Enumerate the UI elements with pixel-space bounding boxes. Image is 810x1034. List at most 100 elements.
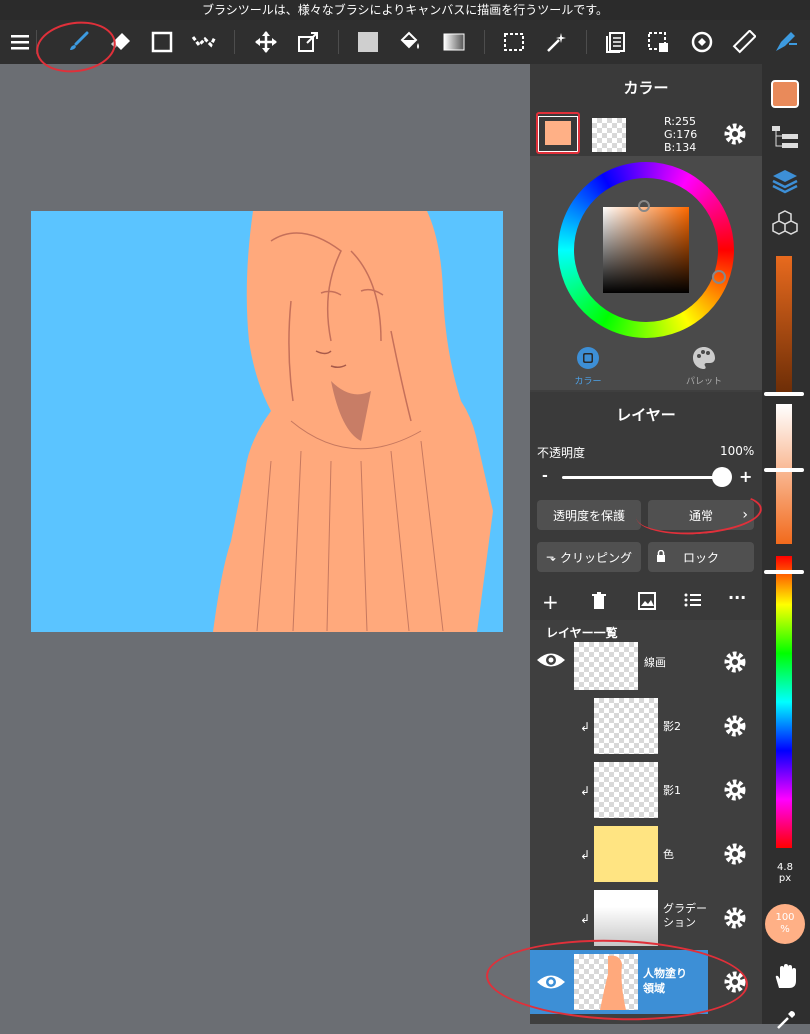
tab-color-label: カラー <box>574 377 602 387</box>
layers-icon[interactable] <box>772 168 798 198</box>
opacity-minus-button[interactable]: - <box>542 468 548 484</box>
canvas-artwork[interactable] <box>31 211 503 632</box>
rgb-red: R:255 <box>664 115 697 128</box>
layer-thumbnail <box>594 698 658 754</box>
menu-icon[interactable] <box>4 26 36 58</box>
color-panel-icon[interactable] <box>771 80 799 108</box>
tool-tooltip: ブラシツールは、様々なブラシによりキャンバスに描画を行うツールです。 <box>0 0 810 20</box>
select-tool-icon[interactable] <box>498 26 530 58</box>
clipping-label: クリッピング <box>560 550 633 565</box>
eyedropper-icon[interactable] <box>776 1010 796 1034</box>
clip-arrow-icon: ↲ <box>580 784 591 798</box>
layer-name: 影2 <box>663 720 681 733</box>
layer-image-icon[interactable] <box>638 592 656 614</box>
rgb-blue: B:134 <box>664 141 697 154</box>
brush-opacity-slider[interactable] <box>776 404 792 544</box>
character-silhouette <box>213 211 493 632</box>
hue-slider[interactable] <box>776 556 792 848</box>
layer-settings-gear-icon[interactable] <box>722 649 748 675</box>
tab-palette-label: パレット <box>685 377 722 387</box>
secondary-color-swatch[interactable] <box>592 118 626 152</box>
ruler-tool-icon[interactable] <box>728 26 760 58</box>
opacity-badge-value: 100 <box>775 912 795 923</box>
layer-name: 色 <box>663 848 674 861</box>
layer-name: 影1 <box>663 784 681 797</box>
layer-thumbnail <box>594 762 658 818</box>
bucket-tool-icon[interactable] <box>394 26 426 58</box>
brush-size-value: 4.8 <box>777 862 793 873</box>
layer-thumbnail <box>574 642 638 690</box>
layer-name: 線画 <box>644 656 666 669</box>
tab-palette[interactable]: パレット <box>674 346 734 390</box>
annotation-box-color <box>536 112 580 154</box>
opacity-badge-unit: % <box>780 924 790 935</box>
protect-alpha-button[interactable]: 透明度を保護 <box>537 500 641 530</box>
rotate-canvas-icon[interactable] <box>686 26 718 58</box>
right-tool-strip: 4.8 px 100 % <box>762 64 810 1029</box>
brush-size-unit: px <box>778 873 792 884</box>
brush-size-slider[interactable] <box>776 256 792 396</box>
more-options-icon[interactable]: ··· <box>728 588 746 607</box>
clipping-button[interactable]: ⬎ クリッピング <box>537 542 641 572</box>
brush-size-handle[interactable] <box>764 392 804 396</box>
clip-arrow-icon: ↲ <box>580 848 591 862</box>
layer-tree-icon[interactable] <box>772 126 798 154</box>
magic-wand-tool-icon[interactable] <box>540 26 572 58</box>
move-tool-icon[interactable] <box>250 26 282 58</box>
layer-thumbnail <box>594 826 658 882</box>
brush-opacity-badge[interactable]: 100 % <box>765 904 805 944</box>
rgb-green: G:176 <box>664 128 698 141</box>
brush-opacity-handle[interactable] <box>764 468 804 472</box>
color-tab-icon <box>577 347 599 369</box>
layer-row[interactable]: ↲ 色 <box>530 822 762 886</box>
delete-layer-icon[interactable] <box>591 592 607 614</box>
layer-list-icon[interactable] <box>684 592 702 612</box>
main-toolbar <box>0 20 810 64</box>
layer-row[interactable]: 線画 <box>530 638 762 694</box>
lock-icon <box>656 549 666 565</box>
clipping-icon: ⬎ <box>545 550 556 564</box>
palette-icon <box>693 347 715 369</box>
hue-handle[interactable] <box>764 570 804 574</box>
clip-arrow-icon: ↲ <box>580 720 591 734</box>
color-settings-gear-icon[interactable] <box>722 121 748 147</box>
color-picker-handle[interactable] <box>638 200 650 212</box>
color-panel-title: カラー <box>530 64 762 112</box>
layer-copy-tool-icon[interactable] <box>600 26 632 58</box>
layer-thumbnail <box>594 890 658 946</box>
opacity-label: 不透明度 <box>537 446 586 460</box>
saturation-value-square[interactable] <box>603 207 689 293</box>
opacity-plus-button[interactable]: + <box>739 467 752 486</box>
layer-settings-gear-icon[interactable] <box>722 841 748 867</box>
layer-row[interactable]: ↲ 影1 <box>530 758 762 822</box>
fill-rect-tool-icon[interactable] <box>352 26 384 58</box>
opacity-value: 100% <box>720 444 755 458</box>
selection-layer-tool-icon[interactable] <box>642 26 674 58</box>
layer-settings-gear-icon[interactable] <box>722 777 748 803</box>
hue-picker-handle[interactable] <box>712 270 726 284</box>
add-layer-icon[interactable]: + <box>542 590 559 614</box>
eye-icon[interactable] <box>536 650 566 674</box>
materials-icon[interactable] <box>772 210 798 240</box>
lock-button[interactable]: ロック <box>648 542 754 572</box>
opacity-slider-track[interactable] <box>562 476 722 479</box>
layer-settings-gear-icon[interactable] <box>722 905 748 931</box>
clip-arrow-icon: ↲ <box>580 912 591 926</box>
layer-settings-gear-icon[interactable] <box>722 713 748 739</box>
rgb-readout: R:255 G:176 B:134 <box>664 115 697 154</box>
shape-tool-icon[interactable] <box>146 26 178 58</box>
hand-tool-icon[interactable] <box>773 964 797 994</box>
gradient-tool-icon[interactable] <box>438 26 470 58</box>
tab-color[interactable]: カラー <box>558 346 618 390</box>
layer-row[interactable]: ↲ グラデーション <box>530 886 762 950</box>
layer-name: グラデーション <box>663 902 707 929</box>
transform-tool-icon[interactable] <box>292 26 324 58</box>
pen-select-tool-icon[interactable] <box>188 26 220 58</box>
side-panel: カラー R:255 G:176 B:134 カラー パレット レイヤー 不透明度… <box>530 64 762 1024</box>
layer-panel-title: レイヤー <box>530 392 762 438</box>
brush-size-readout: 4.8 px <box>762 862 808 884</box>
pen-mode-icon[interactable] <box>770 26 802 58</box>
layer-row[interactable]: ↲ 影2 <box>530 694 762 758</box>
opacity-slider-thumb[interactable] <box>712 467 732 487</box>
lock-label: ロック <box>682 550 719 565</box>
